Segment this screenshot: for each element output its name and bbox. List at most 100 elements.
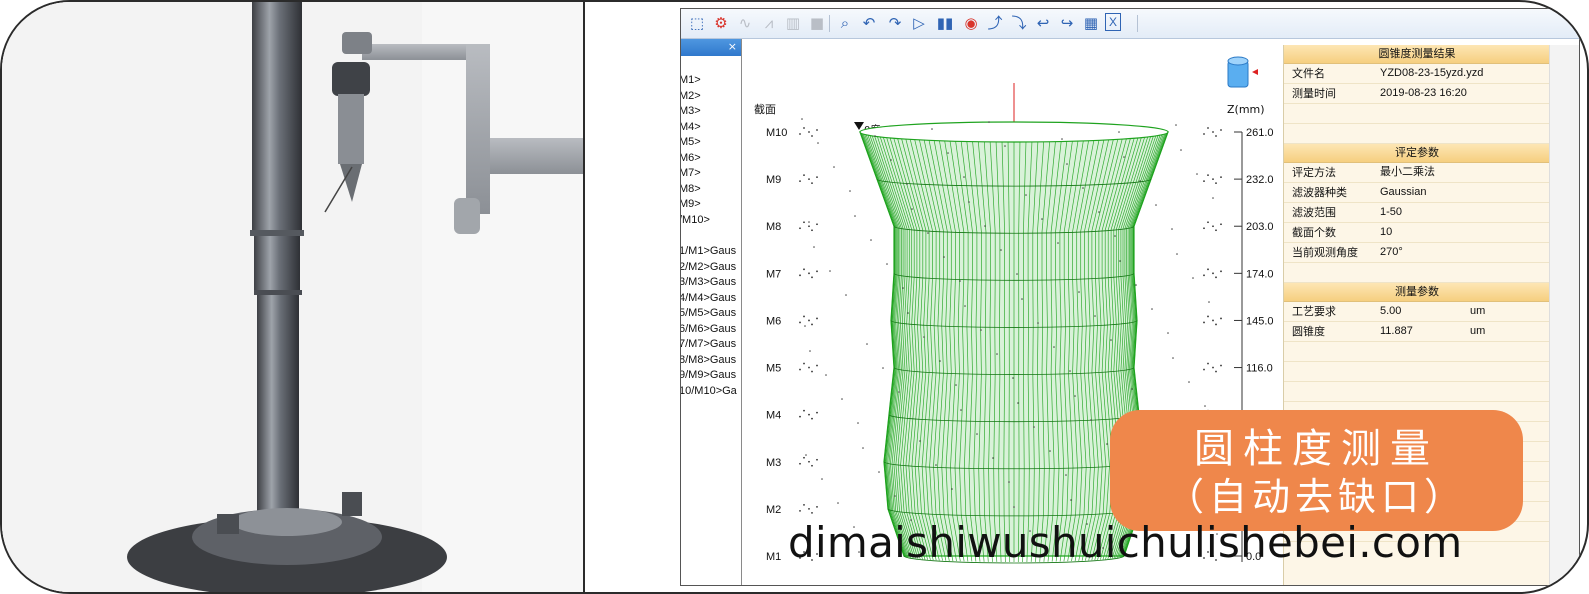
sample-dot xyxy=(1212,366,1214,369)
sample-dot xyxy=(1013,506,1015,508)
empty-row xyxy=(1284,263,1550,283)
results-title: 圆锥度测量结果 xyxy=(1284,45,1550,64)
select-rect-icon[interactable]: ⬚ xyxy=(687,13,707,33)
tree-item-section[interactable]: M4> xyxy=(681,120,741,136)
columns-icon[interactable]: ▮▮ xyxy=(935,13,955,33)
close-icon[interactable]: × xyxy=(728,40,737,53)
histogram-icon[interactable]: ▥ xyxy=(783,13,803,33)
sample-dot xyxy=(1139,180,1141,182)
sample-dot xyxy=(1094,315,1096,317)
sample-dot xyxy=(1151,308,1153,310)
tree-item-section[interactable]: /M10> xyxy=(681,213,741,229)
sample-dot xyxy=(799,180,801,183)
sample-dot xyxy=(1212,178,1214,181)
tree-item-section[interactable]: M3> xyxy=(681,104,741,120)
eval-params-title: 评定参数 xyxy=(1284,144,1550,163)
chart-line-icon[interactable]: ⩘ xyxy=(759,13,779,33)
tree-item-filtered[interactable]: 8/M8>Gaus xyxy=(681,353,741,369)
sample-dot xyxy=(1212,225,1214,228)
sample-dot xyxy=(959,280,961,282)
zoom-icon[interactable]: ⌕ xyxy=(835,13,855,33)
tree-item-section[interactable]: M9> xyxy=(681,197,741,213)
excel-icon[interactable]: X xyxy=(1105,13,1121,31)
sample-dot xyxy=(1106,443,1108,445)
tree-item-filtered[interactable]: 5/M5>Gaus xyxy=(681,306,741,322)
sample-dot xyxy=(947,152,949,154)
sample-dot xyxy=(808,221,810,223)
sample-dot xyxy=(816,129,818,131)
sample-dot xyxy=(1215,323,1217,326)
tree-item-filtered[interactable]: 4/M4>Gaus xyxy=(681,291,741,307)
sample-dot xyxy=(886,263,888,265)
sample-dot xyxy=(964,305,966,307)
tree-item-filtered[interactable]: 6/M6>Gaus xyxy=(681,322,741,338)
z-tick-label: 261.0 xyxy=(1246,127,1274,139)
arrow-down-right-icon[interactable]: ⤵ xyxy=(1009,13,1029,33)
sample-dot xyxy=(799,462,801,465)
sample-dot xyxy=(813,246,815,248)
measure-time-value: 2019-08-23 16:20 xyxy=(1380,87,1467,99)
sample-dot xyxy=(845,294,847,296)
undo-icon[interactable]: ↩ xyxy=(1033,13,1053,33)
section-label: M10 xyxy=(766,127,787,139)
measure-param-label: 工艺要求 xyxy=(1292,305,1336,318)
sample-dot xyxy=(803,315,805,318)
sample-dot xyxy=(1180,149,1182,151)
tree-item-filtered[interactable]: 3/M3>Gaus xyxy=(681,275,741,291)
save-icon[interactable]: ▦ xyxy=(1081,13,1101,33)
tree-item-filtered[interactable]: 2/M2>Gaus xyxy=(681,260,741,276)
sample-dot xyxy=(931,128,933,130)
sample-dot xyxy=(799,415,801,418)
section-label: M9 xyxy=(766,174,781,186)
sample-dot xyxy=(951,488,953,490)
tree-item-filtered[interactable]: 1/M1>Gaus xyxy=(681,244,741,260)
tree-item-filtered[interactable]: 7/M7>Gaus xyxy=(681,337,741,353)
tree-item-section[interactable]: M1> xyxy=(681,73,741,89)
redo-icon[interactable]: ↪ xyxy=(1057,13,1077,33)
sample-dot xyxy=(816,176,818,179)
stop-icon[interactable]: ■ xyxy=(807,13,827,33)
sample-dot xyxy=(1212,319,1214,322)
record-icon[interactable]: ◉ xyxy=(961,13,981,33)
tree-item-filtered[interactable]: 10/M10>Ga xyxy=(681,384,741,400)
redo-rotate-icon[interactable]: ↷ xyxy=(885,13,905,33)
section-label: M5 xyxy=(766,363,781,375)
wave-icon[interactable]: ∿ xyxy=(735,13,755,33)
sample-dot xyxy=(1171,228,1173,230)
sample-dot xyxy=(1215,276,1217,279)
promo-badge: 圆柱度测量 （自动去缺口） xyxy=(1110,410,1523,531)
empty-row xyxy=(1284,104,1550,124)
tree-item-section[interactable]: M7> xyxy=(681,166,741,182)
image-frame: ⬚ ⚙ ∿ ⩘ ▥ ■ ⌕ ↶ ↷ ▷ ▮▮ ◉ ⤴ ⤵ ↩ ↪ ▦ X × M1> M2> M3> M4> M5> M6>… xyxy=(0,0,1589,594)
undo-rotate-icon[interactable]: ↶ xyxy=(859,13,879,33)
measure-time-label: 测量时间 xyxy=(1292,87,1336,100)
arrow-up-right-icon[interactable]: ⤴ xyxy=(985,13,1005,33)
sample-dot xyxy=(799,321,801,324)
measure-param-row: 圆锥度 11.887 um xyxy=(1284,322,1550,342)
play-icon[interactable]: ▷ xyxy=(909,13,929,33)
sample-dot xyxy=(996,353,998,355)
sample-dot xyxy=(911,208,913,210)
sample-dot xyxy=(1215,370,1217,373)
tree-item-section[interactable]: M5> xyxy=(681,135,741,151)
tree-item-section[interactable]: M2> xyxy=(681,89,741,105)
select-settings-icon[interactable]: ⚙ xyxy=(711,13,731,33)
section-header-label: 截面 xyxy=(754,102,776,116)
tree-item-section[interactable]: M8> xyxy=(681,182,741,198)
sample-dot xyxy=(939,360,941,362)
eval-param-label: 滤波范围 xyxy=(1292,206,1336,219)
sample-dot xyxy=(1176,253,1178,255)
sample-dot xyxy=(902,287,904,289)
eval-param-row: 评定方法 最小二乘法 xyxy=(1284,163,1550,183)
sample-dot xyxy=(811,229,813,232)
sample-dot xyxy=(1207,315,1209,318)
angle-marker-icon xyxy=(854,122,864,130)
sample-dot xyxy=(808,225,810,228)
z-tick-label: 116.0 xyxy=(1246,363,1273,375)
sample-dot xyxy=(1203,180,1205,183)
sample-dot xyxy=(808,507,810,510)
tree-item-filtered[interactable]: 9/M9>Gaus xyxy=(681,368,741,384)
results-scrollbar[interactable] xyxy=(1549,45,1579,585)
sample-dot xyxy=(1215,182,1217,185)
tree-item-section[interactable]: M6> xyxy=(681,151,741,167)
